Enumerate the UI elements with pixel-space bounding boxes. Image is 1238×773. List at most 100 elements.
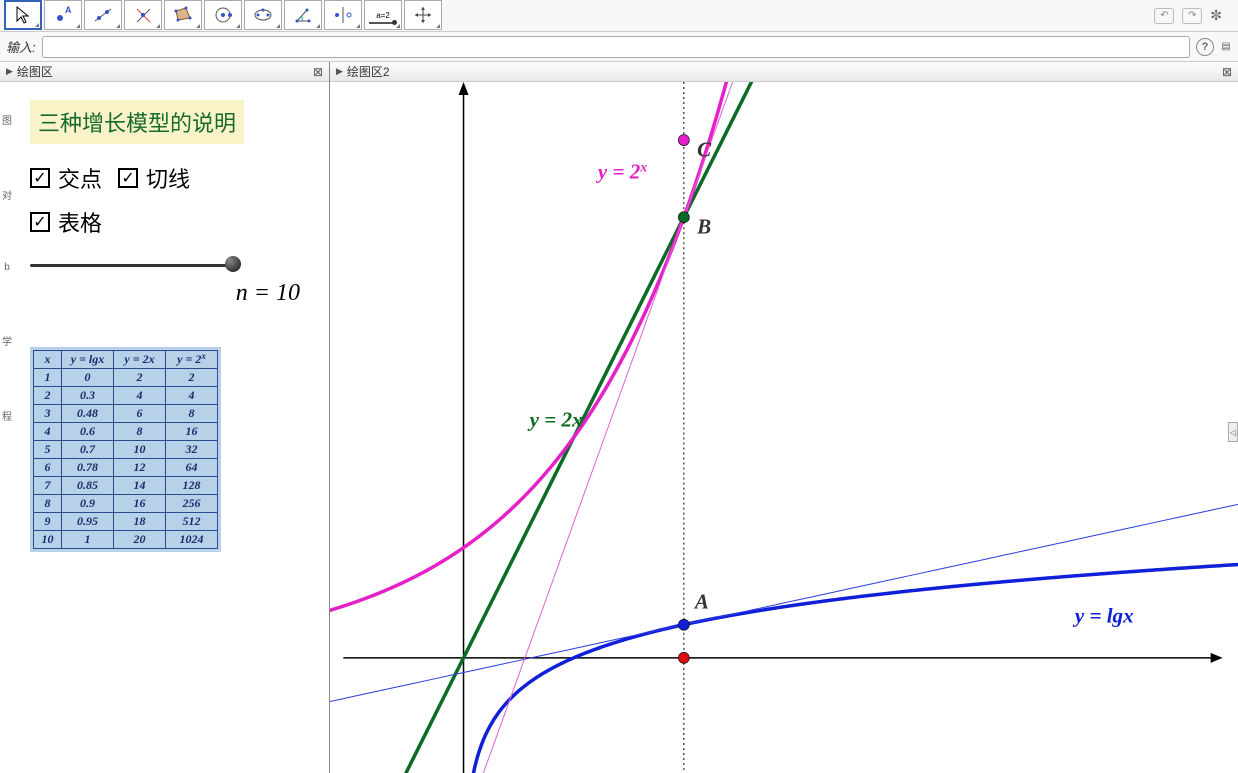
table-cell: 12 [114,459,166,477]
table-cell: 32 [166,441,218,459]
table-cell: 128 [166,477,218,495]
undo-button[interactable]: ↶ [1154,8,1174,24]
graph-svg: y = 2xy = 2xy = lgxABC [330,82,1238,773]
left-content: 三种增长模型的说明 ✓ 交点 ✓ 切线 ✓ 表格 n = 10 xy = lgx… [0,82,329,575]
table-cell: 5 [34,441,62,459]
move-axes-icon [413,5,433,25]
table-cell: 6 [34,459,62,477]
table-cell: 8 [34,495,62,513]
table-cell: 0.85 [62,477,114,495]
close-icon[interactable]: ⊠ [313,65,323,79]
right-panel-header[interactable]: ▶ 绘图区2 ⊠ [330,62,1238,82]
slider-thumb[interactable] [225,256,241,272]
redo-button[interactable]: ↷ [1182,8,1202,24]
checkbox-tangent-label: 切线 [146,162,190,194]
table-cell: 16 [166,423,218,441]
right-panel: ▶ 绘图区2 ⊠ y = 2xy = 2xy = lgxABC [330,62,1238,773]
table-cell: 4 [166,387,218,405]
left-vertical-strip: 图对b学程 [0,82,14,773]
left-panel-header[interactable]: ▶ 绘图区 ⊠ [0,62,329,82]
cursor-icon [13,5,33,25]
checkbox-tangent[interactable]: ✓ [118,168,138,188]
table-header: y = 2x [166,351,218,369]
table-cell: 6 [114,405,166,423]
table-row: 40.6816 [34,423,218,441]
table-cell: 0.78 [62,459,114,477]
checkbox-table-label: 表格 [58,206,102,238]
tool-circle[interactable] [204,0,242,30]
tool-reflect[interactable] [324,0,362,30]
table-row: 30.4868 [34,405,218,423]
help-icon[interactable]: ? [1196,38,1214,56]
table-row: 50.71032 [34,441,218,459]
table-cell: 4 [34,423,62,441]
right-panel-title: 绘图区2 [347,63,390,80]
slider-n[interactable] [30,254,240,278]
table-cell: 0.7 [62,441,114,459]
svg-text:A: A [65,5,72,15]
tool-move[interactable] [4,0,42,30]
table-cell: 14 [114,477,166,495]
table-cell: 1024 [166,531,218,549]
ellipse-icon [253,5,273,25]
table-cell: 0.3 [62,387,114,405]
checkbox-intersection[interactable]: ✓ [30,168,50,188]
left-panel: ▶ 绘图区 ⊠ 图对b学程 三种增长模型的说明 ✓ 交点 ✓ 切线 ✓ 表格 n… [0,62,330,773]
intersection-point [678,652,689,663]
table-cell: 1 [34,369,62,387]
checkbox-intersection-label: 交点 [58,162,102,194]
line-icon [93,5,113,25]
angle-icon [293,5,313,25]
table-cell: 0.6 [62,423,114,441]
table-cell: 0.9 [62,495,114,513]
tool-conic[interactable] [244,0,282,30]
tool-perpendicular[interactable] [124,0,162,30]
table-row: 70.8514128 [34,477,218,495]
table-cell: 7 [34,477,62,495]
table-row: 1022 [34,369,218,387]
tangent-log [330,484,1238,709]
table-header: y = 2x [114,351,166,369]
input-dropdown-icon[interactable]: ▤ [1220,41,1232,52]
tool-angle[interactable] [284,0,322,30]
label-point-A: A [693,589,709,613]
table-cell: 20 [114,531,166,549]
input-bar: 输入: ? ▤ [0,32,1238,62]
circle-icon [213,5,233,25]
right-collapse-tab[interactable]: ◁ [1228,422,1238,442]
graph-canvas[interactable]: y = 2xy = 2xy = lgxABC [330,82,1238,773]
polygon-icon [173,5,193,25]
table-row: 90.9518512 [34,513,218,531]
reflect-icon [333,5,353,25]
left-panel-title: 绘图区 [17,63,53,80]
tool-polygon[interactable] [164,0,202,30]
table-cell: 3 [34,405,62,423]
table-cell: 0.48 [62,405,114,423]
label-point-B: B [696,215,711,239]
input-label: 输入: [6,37,36,56]
top-right-controls: ↶ ↷ ✼ [1154,0,1234,31]
settings-icon[interactable]: ✼ [1210,7,1222,24]
panel-collapse-icon[interactable]: ▶ [6,66,13,77]
tool-slider[interactable]: a=2 [364,0,402,30]
checkbox-table[interactable]: ✓ [30,212,50,232]
table-cell: 64 [166,459,218,477]
tool-translate[interactable] [404,0,442,30]
tool-line[interactable] [84,0,122,30]
table-row: 20.344 [34,387,218,405]
table-cell: 1 [62,531,114,549]
tool-point[interactable]: A [44,0,82,30]
slider-tool-label: a=2 [376,11,390,20]
table-header: y = lgx [62,351,114,369]
table-row: 101201024 [34,531,218,549]
table-cell: 8 [166,405,218,423]
curve-log [468,558,1238,773]
panel-collapse-icon[interactable]: ▶ [336,66,343,77]
close-icon[interactable]: ⊠ [1222,65,1232,79]
table-cell: 16 [114,495,166,513]
table-cell: 0.95 [62,513,114,531]
table-cell: 10 [34,531,62,549]
intersection-point [678,619,689,630]
algebra-input[interactable] [42,36,1190,58]
table-cell: 9 [34,513,62,531]
